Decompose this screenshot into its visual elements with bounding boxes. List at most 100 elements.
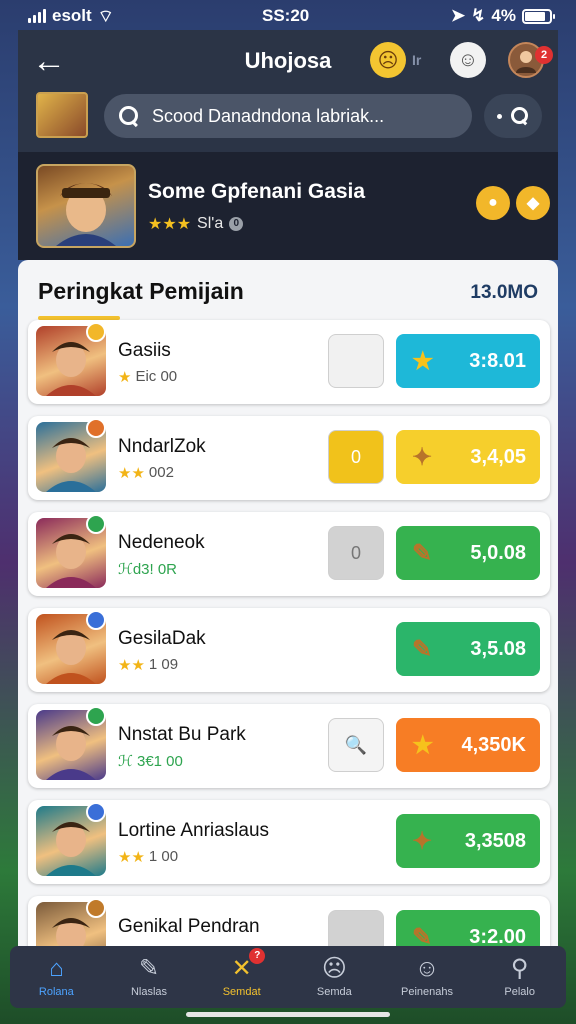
magnifier-icon [510, 106, 530, 126]
ranking-row[interactable]: GesilaDak ★★ 1 09 ✎ 3,5.08 [28, 608, 550, 692]
score-button[interactable]: ✎ 5,0.08 [396, 526, 540, 580]
player-name: NndarlZok [118, 436, 206, 457]
player-stars: ★★ [118, 657, 145, 674]
player-subline: ★★ 1 09 [118, 656, 178, 674]
neutral-emoji-icon[interactable]: ☺ [450, 42, 486, 78]
carrier-label: esolt [52, 6, 92, 25]
header-row: ← Uhojosa ☹ Ir ☺ 2 [18, 40, 558, 84]
score-button[interactable]: ✎ 3:2.00 [396, 910, 540, 950]
ranking-title: Peringkat Pemijain [38, 278, 244, 304]
nav-item-pelalo[interactable]: ⚲ Pelalo [473, 946, 566, 1008]
coin-button[interactable]: ● [476, 186, 510, 220]
player-stars: ★★ [118, 849, 145, 866]
notification-badge: 2 [535, 46, 553, 64]
player-name: Genikal Pendran [118, 916, 260, 937]
player-subline: ℋd3! 0R [118, 560, 177, 578]
header-small-label: Ir [412, 52, 422, 68]
player-badge-icon [86, 418, 106, 438]
featured-title: Some Gpfenani Gasia [148, 180, 366, 203]
nav-item-rolana[interactable]: ⌂ Rolana [10, 946, 103, 1008]
score-button[interactable]: ★ 3:8.01 [396, 334, 540, 388]
player-action-box[interactable]: 🔍 [328, 718, 384, 772]
user-avatar[interactable] [36, 92, 88, 138]
score-button[interactable]: ✦ 3,4,05 [396, 430, 540, 484]
status-bar: esolt ⌔ SS:20 ➤ ↯ 4% [0, 0, 576, 32]
dot-icon [496, 113, 502, 119]
player-badge-icon [86, 514, 106, 534]
sad-emoji-icon[interactable]: ☹ [370, 42, 406, 78]
player-subline: ★★ 1 00 [118, 848, 178, 866]
player-badge-icon [86, 898, 106, 918]
player-name: Nnstat Bu Park [118, 724, 246, 745]
search-options-button[interactable] [484, 94, 542, 138]
face-icon: ☹ [321, 955, 347, 982]
score-button[interactable]: ★ 4,350K [396, 718, 540, 772]
crossed-swords-icon: ✕ [231, 955, 252, 982]
score-value: 3,4,05 [470, 445, 526, 468]
nav-item-nlaslas[interactable]: ✎ Nlaslas [103, 946, 196, 1008]
player-action-box[interactable] [328, 334, 384, 388]
player-action-box[interactable]: 0 [328, 526, 384, 580]
player-subline: ★★ 002 [118, 464, 174, 482]
nav-label: Semda [316, 986, 352, 998]
ranking-row[interactable]: Lortine Anriaslaus ★★ 1 00 ✦ 3,3508 [28, 800, 550, 884]
player-name: Nedeneok [118, 532, 205, 553]
score-button[interactable]: ✎ 3,5.08 [396, 622, 540, 676]
featured-game-banner[interactable]: Some Gpfenani Gasia ★★★ Sl'a 0 ● ◆ [18, 152, 558, 260]
player-stat: 1 09 [148, 656, 179, 673]
ranking-row[interactable]: Genikal Pendran ✎ 3:2.00 [28, 896, 550, 950]
home-indicator [186, 1012, 390, 1017]
player-badge-icon [86, 322, 106, 342]
player-stat: 002 [148, 464, 174, 481]
reward-button[interactable]: ◆ [516, 186, 550, 220]
player-name: Gasiis [118, 340, 171, 361]
ranking-row[interactable]: Nnstat Bu Park ℋ 3€1 00 🔍 ★ 4,350K [28, 704, 550, 788]
alarm-icon: ↯ [471, 6, 486, 25]
player-action-box[interactable] [328, 910, 384, 950]
ranking-row[interactable]: NndarlZok ★★ 002 0 ✦ 3,4,05 [28, 416, 550, 500]
info-icon[interactable]: 0 [229, 217, 244, 231]
pencil-icon: ✎ [138, 955, 160, 982]
player-stars: ★ [118, 369, 132, 386]
score-button[interactable]: ✦ 3,3508 [396, 814, 540, 868]
search-icon [118, 105, 140, 127]
nav-item-peinenahs[interactable]: ☺ Peinenahs [381, 946, 474, 1008]
nav-label: Peinenahs [401, 986, 454, 998]
nav-label: Rolana [38, 986, 74, 998]
player-badge-icon [86, 610, 106, 630]
player-action-box[interactable]: 0 [328, 430, 384, 484]
ranking-row[interactable]: Nedeneok ℋd3! 0R 0 ✎ 5,0.08 [28, 512, 550, 596]
player-badge-icon [86, 706, 106, 726]
score-icon: ✎ [412, 539, 433, 567]
score-value: 3,3508 [464, 829, 526, 852]
search-input[interactable]: Scood Danadndona labriak... [104, 94, 472, 138]
ranking-count: 13.0MO [470, 282, 538, 303]
score-icon: ✎ [412, 635, 433, 663]
home-icon: ⌂ [49, 955, 64, 982]
featured-game-image [36, 164, 136, 248]
character-portrait-icon [56, 183, 116, 246]
status-left: esolt ⌔ [28, 6, 114, 27]
app-header: ← Uhojosa ☹ Ir ☺ 2 Scood Danadndona labr… [18, 30, 558, 152]
player-stat: ℋd3! 0R [118, 561, 178, 578]
nav-label: Nlaslas [130, 986, 168, 998]
nav-item-semdat[interactable]: ✕ Semdat? [195, 946, 288, 1008]
player-stat: Eic 00 [135, 368, 178, 385]
score-icon: ★ [412, 731, 434, 759]
ranking-row[interactable]: Gasiis ★ Eic 00 ★ 3:8.01 [28, 320, 550, 404]
player-name: Lortine Anriaslaus [118, 820, 270, 841]
location-icon: ➤ [450, 6, 466, 25]
player-stat: ℋ 3€1 00 [118, 753, 183, 770]
status-right: ➤ ↯ 4% [450, 6, 555, 26]
nav-label: Semdat [222, 986, 261, 998]
score-value: 3:8.01 [469, 349, 526, 372]
player-stat: 1 00 [148, 848, 179, 865]
nav-badge: ? [249, 948, 266, 964]
profile-icon: ⚲ [510, 955, 529, 982]
rating-text: Sl'a [197, 215, 224, 232]
nav-item-semda[interactable]: ☹ Semda [288, 946, 381, 1008]
clock: SS:20 [262, 6, 310, 25]
battery-icon [522, 8, 555, 24]
player-subline: ★ Eic 00 [118, 368, 177, 386]
signal-icon [28, 9, 46, 23]
